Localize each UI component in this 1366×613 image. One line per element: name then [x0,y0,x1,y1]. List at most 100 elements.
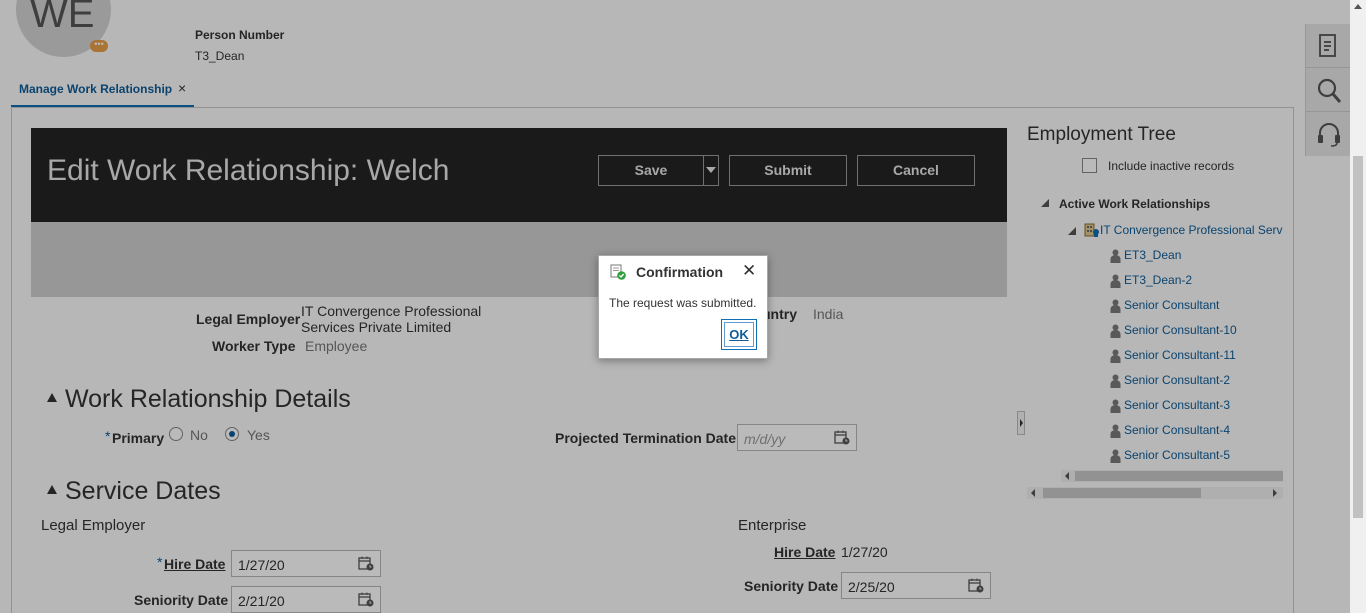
submit-button[interactable]: Submit [729,155,847,186]
primary-yes-label: Yes [247,427,270,443]
person-icon [1110,324,1121,338]
primary-no-label: No [190,427,208,443]
include-inactive-label: Include inactive records [1108,159,1235,173]
page-vertical-scrollbar[interactable] [1350,0,1366,613]
primary-no-radio[interactable] [169,427,183,441]
dialog-message: The request was submitted. [609,296,757,310]
required-mark: * [157,554,163,570]
organization-icon [1084,223,1099,237]
required-mark: * [105,428,111,444]
hire-date-input[interactable]: 1/27/20 [231,550,381,577]
confirmation-dialog: Confirmation ✕ The request was submitted… [598,255,768,359]
seniority-date-label: Seniority Date [134,592,229,608]
confirmation-check-icon [610,264,626,280]
seniority-date-input[interactable]: 2/21/20 [231,586,381,613]
person-number-value: T3_Dean [195,49,245,63]
person-icon [1110,299,1121,313]
enterprise-hire-date-value: 1/27/20 [841,544,888,560]
enterprise-seniority-date-value: 2/25/20 [848,579,895,595]
primary-yes-radio[interactable] [225,427,239,441]
person-icon [1110,399,1121,413]
tool-rail [1305,24,1351,156]
tree-item[interactable]: Senior Consultant-3 [1124,398,1230,412]
person-icon [1110,349,1121,363]
cancel-button[interactable]: Cancel [857,155,975,186]
tree-horizontal-scrollbar[interactable] [1027,487,1283,499]
tree-inner-horizontal-scrollbar[interactable] [1061,470,1283,482]
enterprise-seniority-date-input[interactable]: 2/25/20 [841,572,991,599]
chat-badge-icon[interactable]: ••• [90,40,108,52]
person-number-label: Person Number [195,28,285,42]
enterprise-heading: Enterprise [738,517,807,534]
legal-employer-value-line1: IT Convergence Professional [301,303,482,319]
search-button[interactable] [1306,68,1351,112]
tab-label: Manage Work Relationship [19,82,173,96]
calendar-icon[interactable] [834,430,850,445]
country-value: India [813,306,844,322]
calendar-icon[interactable] [968,578,984,593]
scroll-up-icon[interactable] [1354,4,1362,9]
primary-label: Primary [112,430,165,446]
tree-item[interactable]: ET3_Dean-2 [1124,273,1192,287]
ok-button[interactable]: OK [721,319,757,350]
header-band [31,222,1007,297]
legal-employer-heading: Legal Employer [41,517,146,534]
tree-expand-icon[interactable] [1068,227,1076,235]
worker-type-value: Employee [305,338,368,354]
headset-icon [1318,123,1340,147]
hire-date-label: Hire Date [164,556,226,572]
employment-tree-title: Employment Tree [1027,124,1176,145]
tree-item[interactable]: Senior Consultant-11 [1124,348,1236,362]
scrollbar-thumb[interactable] [1075,471,1283,481]
document-icon [1319,34,1336,57]
scrollbar-thumb[interactable] [1353,156,1363,518]
scroll-left-icon[interactable] [1065,472,1069,480]
dialog-title: Confirmation [636,264,724,280]
person-icon [1110,249,1121,263]
tab-manage-work-relationship[interactable]: Manage Work Relationship × [11,78,194,107]
tree-root-active-work-relationships[interactable]: Active Work Relationships [1059,197,1210,211]
calendar-icon[interactable] [358,592,374,607]
tree-item[interactable]: Senior Consultant-5 [1124,448,1230,462]
tree-item[interactable]: Senior Consultant-10 [1124,323,1237,337]
section-work-relationship-details[interactable]: Work Relationship Details [65,385,351,414]
save-button[interactable]: Save [598,155,704,186]
tab-close-icon[interactable]: × [178,80,186,96]
tree-item-organization[interactable]: IT Convergence Professional Serv [1100,223,1283,237]
projected-termination-date-label: Projected Termination Date [555,430,737,446]
help-button[interactable] [1306,112,1351,156]
tasks-button[interactable] [1306,24,1351,68]
search-icon [1317,78,1341,103]
close-icon[interactable]: ✕ [742,261,756,281]
collapse-triangle-icon[interactable] [47,393,57,402]
panel-splitter-handle[interactable] [1017,411,1025,435]
page-title: Edit Work Relationship: Welch [47,154,450,187]
calendar-icon[interactable] [358,556,374,571]
collapse-triangle-icon[interactable] [47,485,57,494]
enterprise-seniority-date-label: Seniority Date [744,578,839,594]
person-icon [1110,449,1121,463]
hire-date-value: 1/27/20 [238,557,285,573]
include-inactive-checkbox[interactable] [1082,158,1097,173]
tree-item[interactable]: ET3_Dean [1124,248,1181,262]
person-icon [1110,374,1121,388]
save-menu-arrow-button[interactable] [704,155,719,186]
tree-item[interactable]: Senior Consultant [1124,298,1219,312]
tree-item[interactable]: Senior Consultant-4 [1124,423,1230,437]
person-icon [1110,274,1121,288]
projected-termination-date-placeholder: m/d/yy [744,431,786,447]
section-service-dates[interactable]: Service Dates [65,477,221,506]
worker-type-label: Worker Type [212,338,296,354]
scroll-right-icon[interactable] [1273,489,1277,497]
scroll-left-icon[interactable] [1031,489,1035,497]
legal-employer-label: Legal Employer [196,311,301,327]
avatar-initials: WE [30,0,95,36]
seniority-date-value: 2/21/20 [238,593,285,609]
projected-termination-date-input[interactable]: m/d/yy [737,424,857,451]
legal-employer-value-line2: Services Private Limited [301,319,452,335]
scrollbar-thumb[interactable] [1043,488,1201,498]
person-icon [1110,424,1121,438]
tree-item[interactable]: Senior Consultant-2 [1124,373,1230,387]
page-header-bar: Edit Work Relationship: Welch Save Submi… [31,128,1007,222]
tree-expand-icon[interactable] [1041,199,1049,207]
